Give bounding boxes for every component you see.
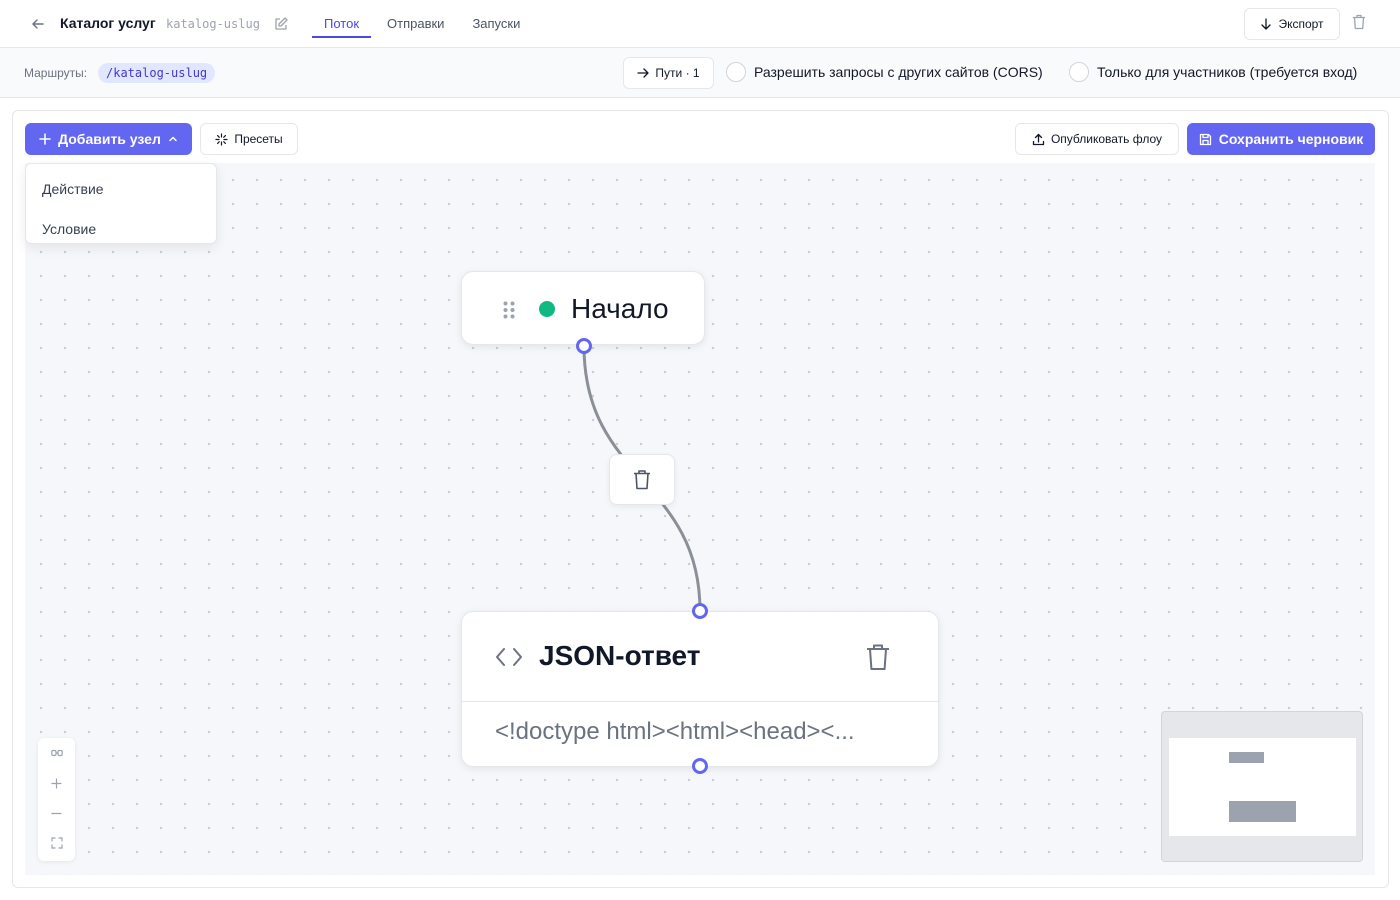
delete-node-button[interactable] <box>866 643 892 671</box>
fit-view-button[interactable] <box>38 828 75 858</box>
status-dot <box>539 301 555 317</box>
json-input-handle[interactable] <box>692 603 708 619</box>
link-icon <box>50 749 63 757</box>
minimap-node-start <box>1229 752 1264 763</box>
plus-icon <box>51 777 62 789</box>
chevron-up-icon <box>169 136 177 142</box>
json-response-node[interactable]: JSON-ответ <!doctype html><html><head><.… <box>461 611 940 767</box>
json-node-header: JSON-ответ <box>462 612 940 702</box>
dropdown-item-condition[interactable]: Условие <box>26 208 216 248</box>
json-output-handle[interactable] <box>692 758 708 774</box>
publish-flow-button[interactable]: Опубликовать флоу <box>1015 123 1179 155</box>
start-node[interactable]: Начало <box>461 271 705 345</box>
presets-label: Пресеты <box>234 132 283 146</box>
trash-icon <box>867 644 889 670</box>
toggle-interactivity-button[interactable] <box>38 738 75 768</box>
plus-icon <box>39 133 51 145</box>
dropdown-item-action[interactable]: Действие <box>26 168 216 208</box>
minus-icon <box>51 812 62 814</box>
trash-icon <box>634 470 650 490</box>
publish-label: Опубликовать флоу <box>1050 132 1163 146</box>
upload-icon <box>1032 133 1045 145</box>
start-node-label: Начало <box>571 293 669 324</box>
sparkle-icon <box>215 132 228 146</box>
add-node-label: Добавить узел <box>58 131 161 147</box>
presets-button[interactable]: Пресеты <box>200 123 298 155</box>
add-node-button[interactable]: Добавить узел <box>25 123 192 155</box>
add-node-dropdown: Действие Условие <box>25 163 217 244</box>
code-icon <box>495 646 523 668</box>
save-label: Сохранить черновик <box>1218 131 1364 147</box>
minimap-node-json <box>1229 801 1296 822</box>
zoom-in-button[interactable] <box>38 768 75 798</box>
save-icon <box>1199 133 1211 145</box>
json-node-title: JSON-ответ <box>539 640 701 671</box>
json-node-preview: <!doctype html><html><head><... <box>495 718 855 745</box>
minimap[interactable] <box>1161 711 1363 862</box>
start-output-handle[interactable] <box>576 338 592 354</box>
canvas-controls <box>38 738 75 861</box>
zoom-out-button[interactable] <box>38 798 75 828</box>
save-draft-button[interactable]: Сохранить черновик <box>1187 123 1375 155</box>
fit-view-icon <box>50 837 63 849</box>
edge-delete-button[interactable] <box>609 454 675 505</box>
drag-handle-icon[interactable] <box>502 300 516 320</box>
minimap-viewport <box>1169 738 1356 836</box>
